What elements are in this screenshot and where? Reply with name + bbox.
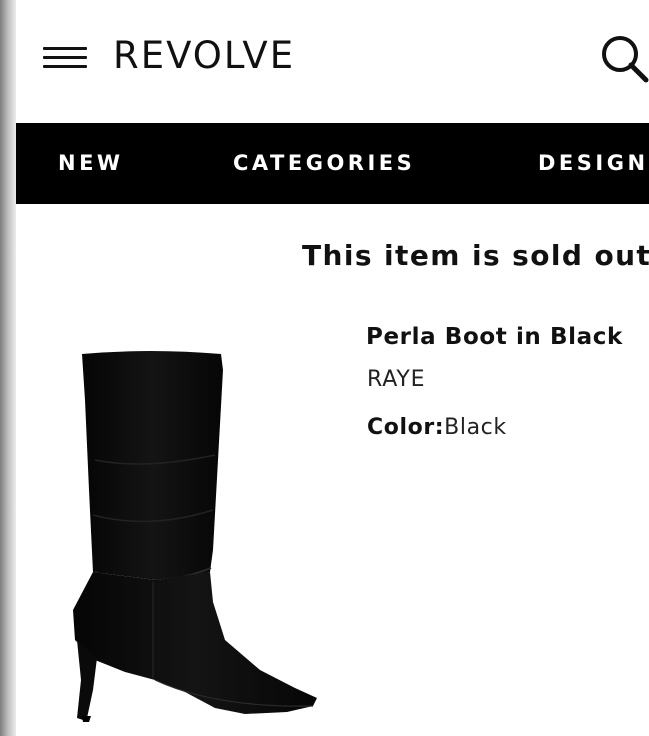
nav-item-designers[interactable]: DESIGN [538,150,649,176]
boot-illustration [73,351,317,722]
color-value: Black [444,415,507,440]
category-nav: NEW CATEGORIES DESIGN [16,123,649,204]
sold-out-notice: This item is sold out [302,239,649,272]
product-color: Color:Black [367,413,507,443]
page: REVOLVE NEW CATEGORIES DESIGN This item … [0,0,649,736]
hamburger-menu-icon[interactable] [43,43,87,73]
product-image[interactable] [55,340,335,736]
product-name: Perla Boot in Black [366,324,623,350]
product-brand-link[interactable]: RAYE [367,365,425,395]
site-logo[interactable]: REVOLVE [113,34,295,78]
nav-item-new[interactable]: NEW [58,150,124,176]
site-header: REVOLVE [16,0,649,122]
left-edge-shadow [0,0,16,736]
nav-item-categories[interactable]: CATEGORIES [233,150,415,176]
color-label: Color: [367,415,445,440]
search-icon[interactable] [596,30,649,90]
